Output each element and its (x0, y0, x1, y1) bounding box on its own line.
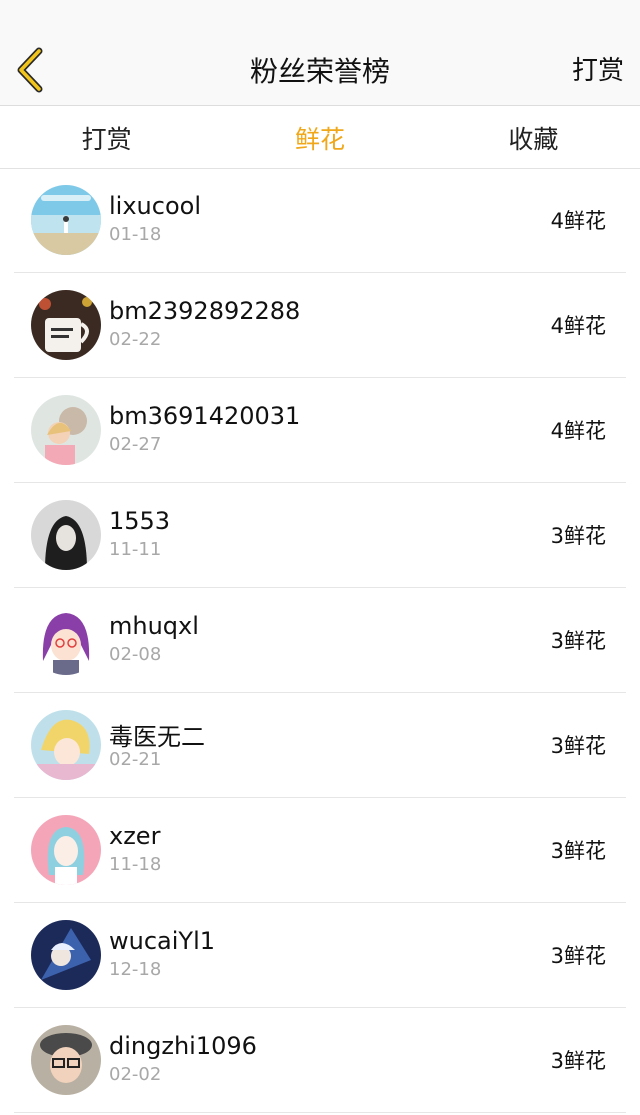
reward-button[interactable]: 打赏 (572, 50, 624, 87)
fan-date: 11-11 (109, 539, 162, 560)
fan-name: lixucool (109, 192, 201, 220)
fan-name: bm2392892288 (109, 297, 301, 325)
fan-list: lixucool 01-18 4鲜花 bm2392892288 02-22 4鲜… (0, 168, 640, 1113)
avatar[interactable] (31, 1025, 101, 1095)
list-item[interactable]: 1553 11-11 3鲜花 (14, 483, 626, 588)
fan-name: wucaiYl1 (109, 927, 216, 955)
tab-reward[interactable]: 打赏 (0, 107, 213, 168)
fan-date: 02-27 (109, 434, 162, 455)
list-item[interactable]: xzer 11-18 3鲜花 (14, 798, 626, 903)
list-item[interactable]: dingzhi1096 02-02 3鲜花 (14, 1008, 626, 1113)
list-item[interactable]: wucaiYl1 12-18 3鲜花 (14, 903, 626, 1008)
fan-date: 02-08 (109, 644, 162, 665)
flower-count: 3鲜花 (550, 1049, 606, 1073)
fan-date: 12-18 (109, 959, 162, 980)
flower-count: 4鲜花 (550, 209, 606, 233)
avatar[interactable] (31, 815, 101, 885)
flower-count: 3鲜花 (550, 734, 606, 758)
flower-count: 4鲜花 (550, 314, 606, 338)
list-item[interactable]: lixucool 01-18 4鲜花 (14, 168, 626, 273)
list-item[interactable]: 毒医无二 02-21 3鲜花 (14, 693, 626, 798)
fan-name: mhuqxl (109, 612, 199, 640)
avatar[interactable] (31, 920, 101, 990)
avatar[interactable] (31, 290, 101, 360)
flower-count: 3鲜花 (550, 629, 606, 653)
fan-name: dingzhi1096 (109, 1032, 257, 1060)
fan-date: 11-18 (109, 854, 162, 875)
avatar[interactable] (31, 710, 101, 780)
list-item[interactable]: mhuqxl 02-08 3鲜花 (14, 588, 626, 693)
flower-count: 3鲜花 (550, 524, 606, 548)
fan-name: 毒医无二 (109, 723, 205, 751)
fan-date: 02-21 (109, 749, 162, 770)
fan-date: 02-22 (109, 329, 162, 350)
avatar[interactable] (31, 605, 101, 675)
fan-date: 01-18 (109, 224, 162, 245)
nav-bar: 粉丝荣誉榜 打赏 (0, 0, 640, 106)
page-title: 粉丝荣誉榜 (249, 55, 390, 88)
flower-count: 3鲜花 (550, 839, 606, 863)
fan-name: 1553 (109, 507, 171, 535)
tab-flowers[interactable]: 鲜花 (213, 107, 426, 168)
fan-date: 02-02 (109, 1064, 162, 1085)
fan-name: xzer (109, 822, 161, 850)
flower-count: 4鲜花 (550, 419, 606, 443)
avatar[interactable] (31, 395, 101, 465)
tab-favorites[interactable]: 收藏 (427, 107, 640, 168)
flower-count: 3鲜花 (550, 944, 606, 968)
tab-bar: 打赏 鲜花 收藏 (0, 107, 640, 169)
list-item[interactable]: bm2392892288 02-22 4鲜花 (14, 273, 626, 378)
avatar[interactable] (31, 500, 101, 570)
list-item[interactable]: bm3691420031 02-27 4鲜花 (14, 378, 626, 483)
fan-name: bm3691420031 (109, 402, 301, 430)
avatar[interactable] (31, 185, 101, 255)
